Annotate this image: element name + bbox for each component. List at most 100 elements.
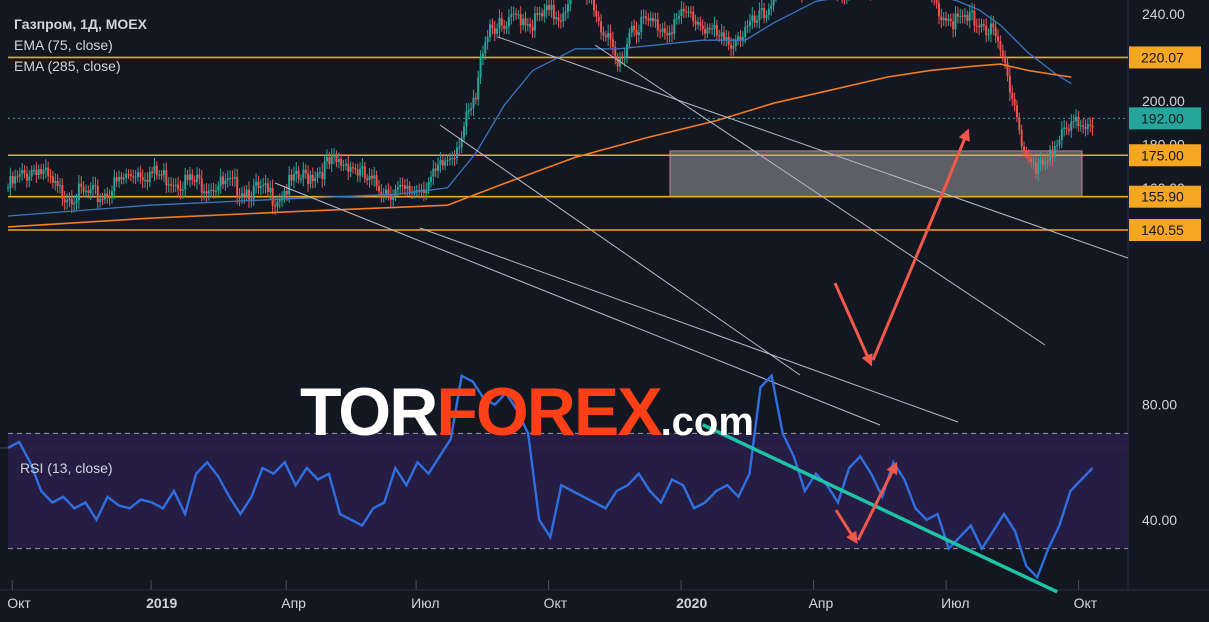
candle <box>1091 125 1094 128</box>
candle <box>548 5 551 10</box>
candle <box>491 24 494 29</box>
candle <box>567 4 569 12</box>
candle <box>304 169 307 174</box>
candle <box>47 167 50 176</box>
candle <box>307 173 310 184</box>
candle <box>200 178 203 194</box>
candle <box>373 175 376 179</box>
candle <box>347 163 350 172</box>
candle <box>401 184 404 186</box>
candle <box>42 169 45 174</box>
candle <box>704 29 707 34</box>
candle <box>94 185 97 187</box>
candle <box>515 13 518 15</box>
candle <box>113 177 116 192</box>
candle <box>214 190 217 192</box>
candle <box>1058 140 1061 145</box>
candle <box>668 32 671 36</box>
candle <box>772 0 775 6</box>
candle <box>77 183 80 201</box>
candle <box>526 24 529 26</box>
candle <box>1049 149 1052 162</box>
candle <box>1063 127 1066 129</box>
candle <box>158 174 161 176</box>
candle <box>512 13 515 15</box>
ema285-line <box>7 63 1072 228</box>
candle <box>961 15 964 17</box>
candle <box>35 169 38 176</box>
time-tick-label: Июл <box>941 595 969 611</box>
candle <box>453 158 456 160</box>
candle <box>18 173 21 177</box>
candle <box>770 5 773 9</box>
candle <box>519 14 522 26</box>
candle <box>607 33 610 38</box>
candle <box>387 189 390 195</box>
chart-canvas: 300.00280.00240.00200.00180.00160.0080.0… <box>0 0 1209 611</box>
candle <box>396 187 399 190</box>
candle <box>1075 116 1078 122</box>
candle <box>500 18 503 26</box>
candle <box>678 16 681 19</box>
logo-tor: TOR <box>300 374 438 450</box>
candle <box>136 172 139 177</box>
candle <box>172 185 175 187</box>
candle <box>151 171 154 174</box>
time-tick-label: 2020 <box>676 595 707 611</box>
candle <box>467 110 470 112</box>
candle <box>1020 130 1023 147</box>
candle <box>427 181 430 190</box>
candle <box>633 25 636 31</box>
candle <box>262 185 265 187</box>
candle <box>243 193 246 197</box>
candle <box>689 11 692 13</box>
candle <box>408 185 411 192</box>
candle <box>1065 127 1068 129</box>
price-tick-label: 240.00 <box>1142 6 1185 22</box>
candle <box>711 28 714 30</box>
candle <box>507 16 510 27</box>
candle <box>1082 125 1085 127</box>
candle <box>257 181 260 189</box>
candle <box>600 21 603 33</box>
candle <box>429 176 432 182</box>
candle <box>994 27 997 37</box>
candle <box>92 185 95 190</box>
candle <box>205 191 208 194</box>
candle <box>682 9 685 12</box>
candle <box>1034 161 1037 175</box>
candle <box>248 189 251 200</box>
candle <box>541 13 544 17</box>
candle <box>451 158 454 160</box>
candle <box>238 196 241 198</box>
candle <box>484 42 487 54</box>
candle <box>1046 160 1049 162</box>
candle <box>947 19 950 21</box>
candle <box>479 57 482 78</box>
candle <box>439 160 442 165</box>
candle <box>687 11 690 13</box>
time-tick-label: Окт <box>544 595 568 611</box>
candle <box>510 14 513 17</box>
candle <box>264 183 267 186</box>
candle <box>987 34 990 36</box>
candle <box>670 32 673 34</box>
candle <box>224 180 227 185</box>
candle <box>368 175 371 181</box>
candle <box>713 24 716 29</box>
candle <box>751 15 754 21</box>
candle <box>349 167 352 172</box>
candle <box>744 27 747 38</box>
candle <box>245 189 248 197</box>
candle <box>219 176 222 186</box>
candle <box>56 180 59 187</box>
candle <box>592 0 595 11</box>
candle <box>285 190 288 195</box>
candle <box>952 21 955 30</box>
candle <box>162 170 165 176</box>
candle <box>278 200 281 202</box>
candle <box>406 185 409 189</box>
candle <box>656 19 659 31</box>
candle <box>458 147 461 149</box>
candle <box>531 26 534 31</box>
